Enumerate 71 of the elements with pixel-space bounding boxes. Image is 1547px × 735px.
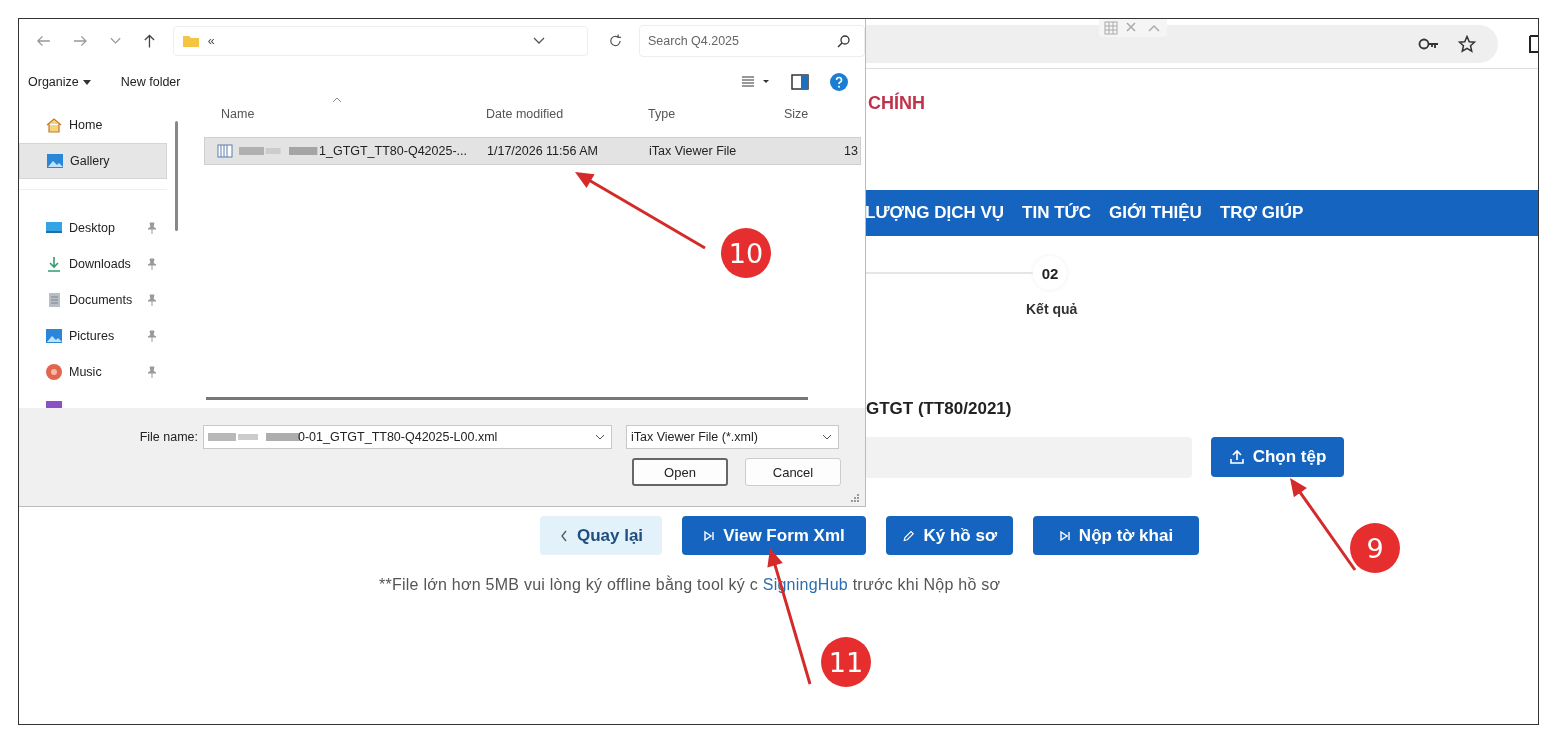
sidebar-item[interactable]: Pictures bbox=[19, 318, 167, 354]
up-arrow-icon[interactable] bbox=[142, 33, 156, 49]
column-header[interactable]: Name bbox=[204, 107, 486, 121]
size-cell-text: 13 bbox=[843, 144, 859, 158]
step-number: 02 bbox=[1033, 256, 1067, 290]
view-options-icon[interactable] bbox=[741, 75, 771, 89]
organize-menu[interactable]: Organize bbox=[28, 75, 91, 89]
music-icon bbox=[45, 363, 63, 381]
file-name: 1_GTGT_TT80-Q42025-... bbox=[319, 144, 467, 158]
nav-link[interactable]: LƯỢNG DỊCH VỤ bbox=[865, 203, 1005, 223]
chevron-down-icon bbox=[822, 434, 832, 440]
picture-icon bbox=[45, 328, 63, 344]
column-header[interactable]: Type bbox=[648, 107, 784, 121]
sidebar-item[interactable]: Gallery bbox=[19, 143, 167, 179]
scrollbar[interactable] bbox=[175, 121, 178, 231]
site-title: CHÍNH bbox=[868, 93, 925, 113]
home-icon bbox=[45, 117, 63, 133]
file-name-label: File name: bbox=[138, 430, 199, 444]
back-arrow-icon[interactable] bbox=[36, 34, 51, 48]
caret-icon bbox=[82, 79, 91, 85]
scrollbar[interactable] bbox=[206, 397, 808, 400]
resize-grip-icon[interactable] bbox=[851, 494, 859, 502]
step-number-badge: 11 bbox=[821, 637, 871, 687]
action-button[interactable]: View Form Xml bbox=[682, 516, 866, 555]
refresh-icon[interactable] bbox=[608, 33, 623, 49]
skip-icon bbox=[1058, 529, 1071, 542]
folder-icon bbox=[181, 34, 200, 48]
choose-file-button[interactable]: Chọn tệp bbox=[1211, 437, 1344, 477]
path-field[interactable]: « bbox=[172, 26, 589, 56]
sidebar-item[interactable]: Music bbox=[19, 354, 167, 390]
help-icon[interactable] bbox=[829, 72, 849, 92]
key-icon[interactable] bbox=[1418, 36, 1440, 51]
nav-link[interactable]: TIN TỨC bbox=[1022, 203, 1091, 223]
action-button[interactable]: Nộp tờ khai bbox=[1033, 516, 1199, 555]
sort-caret-icon bbox=[332, 97, 342, 103]
sidebar-item[interactable]: Desktop bbox=[19, 210, 167, 246]
gallery-icon bbox=[46, 153, 64, 169]
action-button[interactable]: Ký hồ sơ bbox=[886, 516, 1013, 555]
forward-arrow-icon[interactable] bbox=[72, 34, 88, 48]
nav-link[interactable]: TRỢ GIÚP bbox=[1219, 203, 1304, 223]
download-icon bbox=[45, 256, 63, 272]
new-folder-button[interactable]: New folder bbox=[120, 75, 181, 89]
chevron-down-icon[interactable] bbox=[595, 434, 605, 440]
desktop-icon bbox=[45, 220, 63, 236]
column-header[interactable]: Size bbox=[784, 107, 861, 121]
column-header[interactable]: Date modified bbox=[486, 107, 648, 121]
sidebar-item[interactable]: Home bbox=[19, 107, 167, 143]
file-name-field[interactable]: 0-01_GTGT_TT80-Q42025-L00.xml bbox=[203, 425, 612, 449]
chevron-down-icon[interactable] bbox=[533, 37, 546, 45]
cancel-button[interactable]: Cancel bbox=[745, 458, 841, 486]
sidebar-item[interactable]: Documents bbox=[19, 282, 167, 318]
search-icon bbox=[837, 34, 851, 48]
step-label: Kết quả bbox=[1026, 300, 1079, 318]
sidebar-item[interactable]: Downloads bbox=[19, 246, 167, 282]
search-field[interactable]: Search Q4.2025 bbox=[639, 25, 865, 57]
skip-icon bbox=[703, 529, 716, 542]
preview-pane-icon[interactable] bbox=[791, 74, 809, 90]
extension-icon[interactable] bbox=[1528, 33, 1538, 54]
upload-icon bbox=[1228, 449, 1245, 465]
back-button[interactable]: Quay lại bbox=[540, 516, 662, 555]
file-icon bbox=[217, 143, 233, 159]
date-cell-text: 1/17/2026 11:56 AM bbox=[487, 144, 599, 158]
open-button[interactable]: Open bbox=[632, 458, 728, 486]
step-number-badge: 9 bbox=[1350, 523, 1400, 573]
section-title: GTGT (TT80/2021) bbox=[866, 399, 1012, 419]
star-icon[interactable] bbox=[1458, 34, 1476, 53]
nav-link[interactable]: GIỚI THIỆU bbox=[1109, 203, 1202, 223]
file-row[interactable]: 1_GTGT_TT80-Q42025-... 1/17/2026 11:56 AM iTax Viewer File 13 bbox=[204, 137, 861, 165]
file-type-dropdown[interactable]: iTax Viewer File (*.xml) bbox=[626, 425, 839, 449]
snap-bar[interactable] bbox=[1099, 19, 1167, 37]
type-cell-text: iTax Viewer File bbox=[649, 144, 738, 158]
